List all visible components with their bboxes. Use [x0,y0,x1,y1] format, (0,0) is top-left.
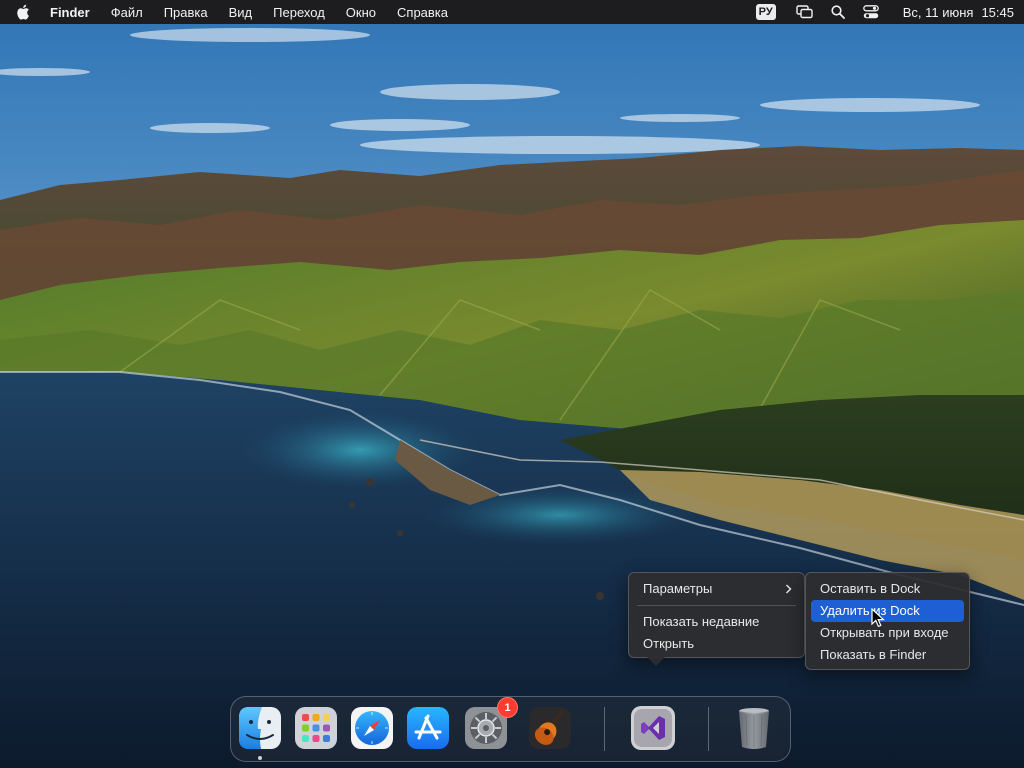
options-submenu: Оставить в Dock Удалить из Dock Открыват… [805,572,970,670]
chevron-right-icon [785,578,792,607]
menu-item-open[interactable]: Открыть [635,633,798,655]
menu-edit[interactable]: Правка [164,5,208,20]
menu-view[interactable]: Вид [229,5,253,20]
menu-item-options[interactable]: Параметры [635,578,798,600]
menubar-time: 15:45 [981,4,1014,20]
submenu-item-keep-in-dock[interactable]: Оставить в Dock [811,578,964,600]
submenu-item-open-at-login[interactable]: Открывать при входе [811,622,964,644]
screen-mirroring-icon[interactable] [796,4,814,20]
keyboard-layout-indicator[interactable]: РУ [755,4,776,20]
search-icon[interactable] [829,4,847,20]
notification-badge: 1 [497,697,518,718]
submenu-item-show-in-finder[interactable]: Показать в Finder [811,644,964,666]
launchpad-icon[interactable] [293,705,339,751]
menu-item-show-recents[interactable]: Показать недавние [635,611,798,633]
menu-help[interactable]: Справка [397,5,448,20]
menu-window[interactable]: Окно [346,5,376,20]
apple-icon[interactable] [16,4,32,20]
menu-item-options-label: Параметры [643,581,713,596]
menubar-clock[interactable]: Вс, 11 июня 15:45 [903,5,1014,20]
control-center-icon[interactable] [862,4,880,20]
menu-go[interactable]: Переход [273,5,325,20]
dock: 1 [230,696,791,762]
garageband-icon[interactable] [527,705,573,751]
menu-pointer-arrow [647,657,665,666]
menu-file[interactable]: Файл [111,5,143,20]
dock-separator [604,707,605,751]
mouse-cursor-icon [871,608,885,628]
menu-bar: Finder Файл Правка Вид Переход Окно Спра… [0,0,1024,24]
trash-icon[interactable] [731,705,777,751]
dock-separator [708,707,709,751]
menu-separator [637,605,796,606]
menu-app-finder[interactable]: Finder [50,5,90,20]
visual-studio-icon[interactable] [630,705,676,751]
running-indicator [258,756,262,760]
finder-icon[interactable] [237,705,283,751]
submenu-item-remove-from-dock[interactable]: Удалить из Dock [811,600,964,622]
dock-context-menu: Параметры Показать недавние Открыть [628,572,805,666]
safari-icon[interactable] [349,705,395,751]
menubar-date: Вс, 11 июня [902,4,974,20]
app-store-icon[interactable] [405,705,451,751]
